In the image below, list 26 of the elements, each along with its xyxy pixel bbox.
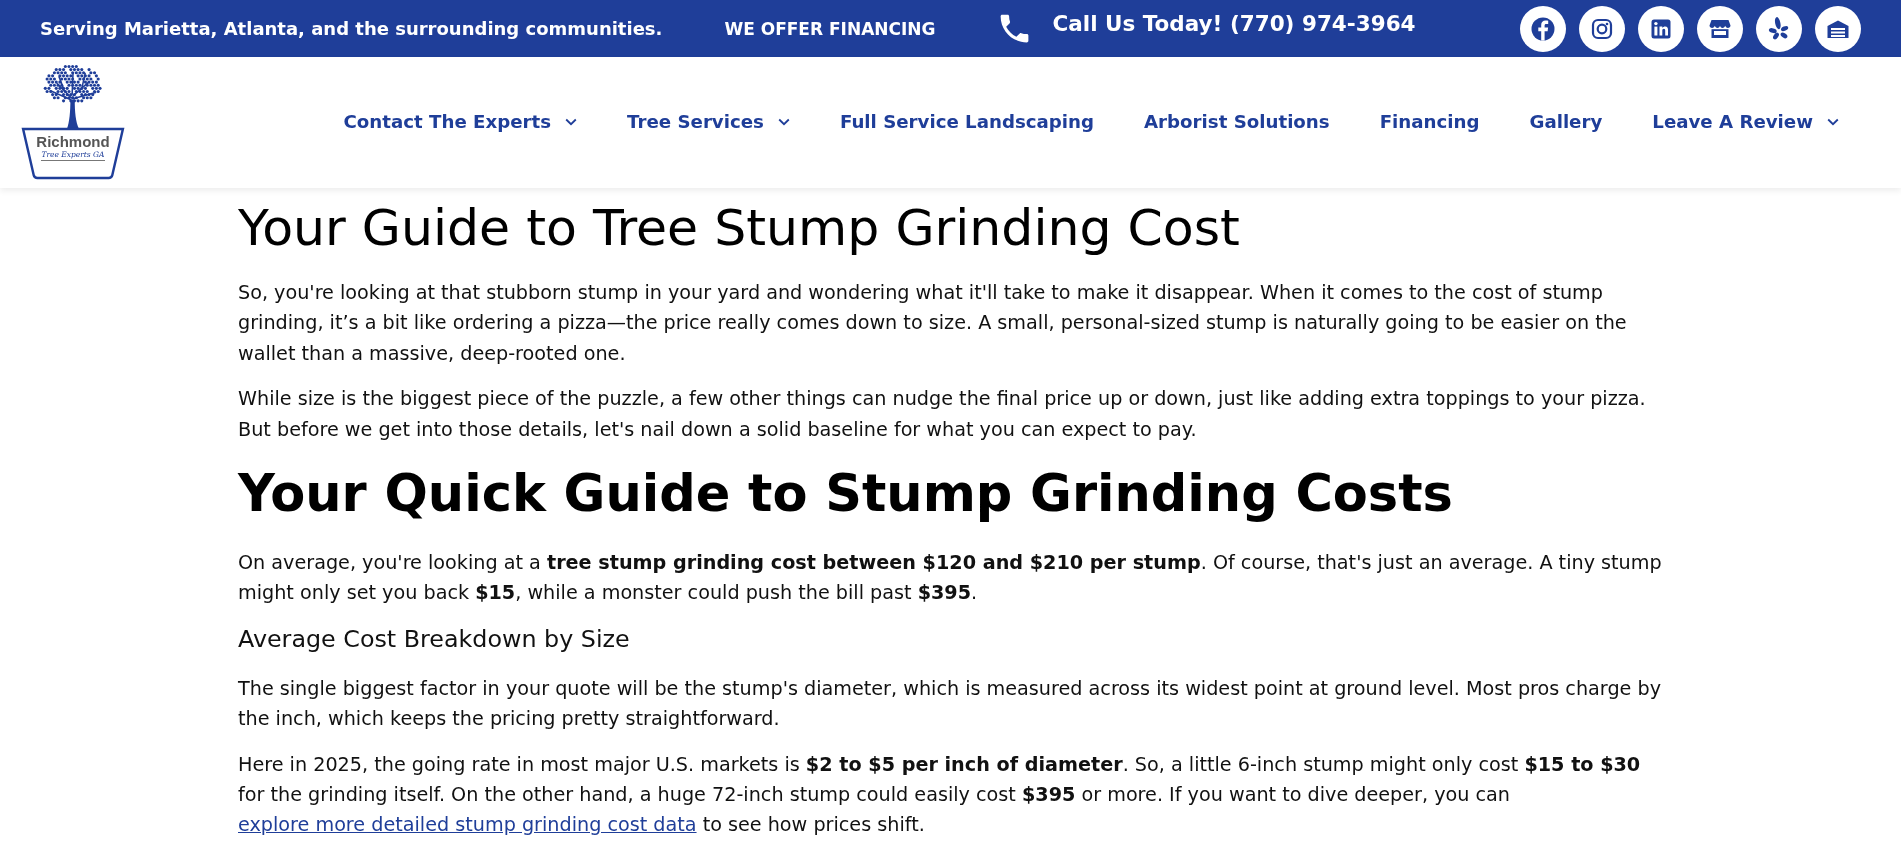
- article-paragraph: On average, you're looking at a tree stump grinding cost between $120 and $210 per stump. Of course, that's just an average. A tiny stump might only set you back $15, while a monster could push the bill past $395.: [238, 550, 1663, 607]
- nav-link[interactable]: Gallery: [1529, 111, 1603, 132]
- subheading: Average Cost Breakdown by Size: [238, 623, 631, 655]
- linkedin-icon[interactable]: [1638, 5, 1684, 52]
- article-paragraph: While size is the biggest piece of the puzzle, a few other things can nudge the final price up or down, just like adding extra toppings to your pizza. But before we get into those details, let's nail down a solid baseline for what you can expect to pay.: [238, 386, 1647, 443]
- article-paragraph: Here in 2025, the going rate in most major U.S. markets is $2 to $5 per inch of diameter. So, a little 6-inch stump might only cost $15 to $30 for the grinding itself. On the other hand, a huge 72-inch stump could easily cost $395 or more. If you want to dive deeper, you can explore more detailed stump grinding cost data to see how prices shift.: [238, 751, 1642, 839]
- article-paragraph: The single biggest factor in your quote will be the stump's diameter, which is measured across its widest point at ground level. Most pros charge by the inch, which keeps the pricing pretty straightforward.: [238, 675, 1662, 733]
- nav-link[interactable]: Tree Services: [627, 111, 790, 132]
- nav-link[interactable]: Leave A Review: [1652, 111, 1839, 132]
- nav-link[interactable]: Financing: [1379, 111, 1480, 132]
- logo-name: Richmond: [36, 133, 110, 150]
- yelp-icon[interactable]: [1756, 5, 1802, 52]
- facebook-icon[interactable]: [1520, 5, 1566, 52]
- section-heading: Your Quick Guide to Stump Grinding Costs: [238, 463, 1454, 526]
- nav-link[interactable]: Arborist Solutions: [1144, 111, 1330, 132]
- financing-link[interactable]: WE OFFER FINANCING: [724, 18, 936, 39]
- phone-link[interactable]: Call Us Today! (770) 974-3964: [995, 10, 1416, 47]
- service-area-text: Serving Marietta, Atlanta, and the surrounding communities.: [40, 18, 663, 39]
- page-title: Your Guide to Tree Stump Grinding Cost: [238, 198, 1241, 258]
- nav-link[interactable]: Full Service Landscaping: [839, 111, 1095, 132]
- article-paragraph: So, you're looking at that stubborn stump in your yard and wondering what it'll take to make it disappear. When it comes to the cost of stump grinding, it’s a bit like ordering a pizza—the price really comes down to size. A small, personal-sized stump is naturally going to be easier on the wallet than a massive, deep-rooted one.: [238, 280, 1628, 367]
- inline-link[interactable]: explore more detailed stump grinding cost data: [238, 813, 697, 837]
- instagram-icon[interactable]: [1579, 5, 1625, 52]
- garage-door-icon[interactable]: [1815, 5, 1861, 52]
- storefront-icon[interactable]: [1697, 5, 1743, 52]
- nav-link[interactable]: Contact The Experts: [343, 111, 578, 132]
